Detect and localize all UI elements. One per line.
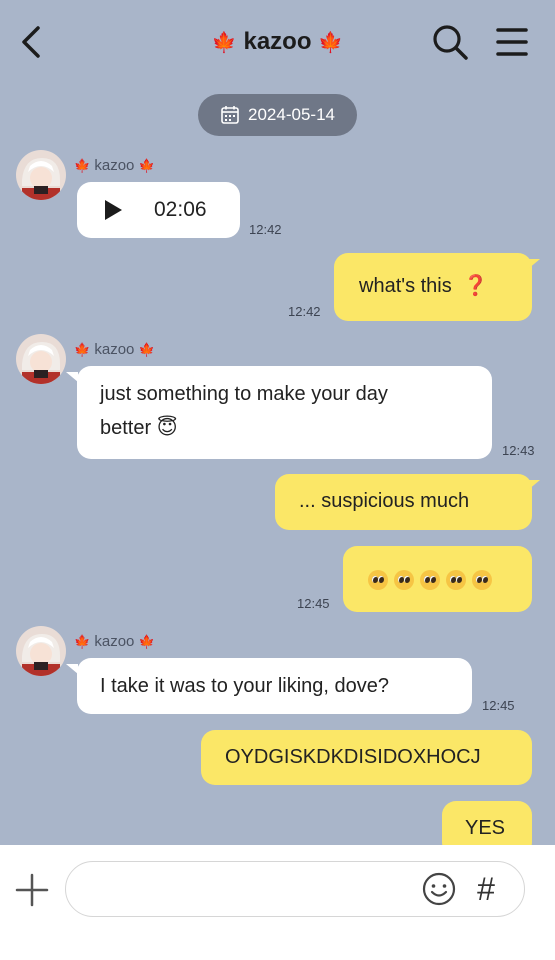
- avatar[interactable]: [16, 150, 66, 200]
- message-bubble-out[interactable]: OYDGISKDKDISIDOXHOCJ: [201, 730, 532, 785]
- search-icon: [433, 25, 468, 60]
- pleading-face-emoji: [472, 569, 492, 590]
- sender-name: 🍁 kazoo 🍁: [74, 341, 155, 358]
- sender-name: 🍁 kazoo 🍁: [74, 157, 155, 174]
- header: 🍁 kazoo 🍁: [0, 0, 555, 84]
- message-bubble-out[interactable]: YES: [442, 801, 532, 845]
- message-time: 12:45: [482, 698, 515, 713]
- message-bubble-out[interactable]: ... suspicious much: [275, 474, 532, 530]
- plus-icon: [15, 873, 49, 907]
- attach-button[interactable]: [14, 870, 50, 910]
- date-text: 2024-05-14: [248, 105, 335, 124]
- message-text: YES: [465, 817, 506, 839]
- pleading-face-emoji: [446, 569, 466, 590]
- message-bubble-out[interactable]: [343, 546, 532, 612]
- pleading-face-emoji: [368, 569, 388, 590]
- play-icon[interactable]: [103, 199, 123, 221]
- message-text: I take it was to your liking, dove?: [100, 675, 390, 697]
- message-text: ... suspicious much: [299, 490, 470, 512]
- halo-face-emoji: 😇: [156, 417, 178, 439]
- sender-name: 🍁 kazoo 🍁: [74, 633, 155, 650]
- date-divider: 2024-05-14: [198, 94, 357, 136]
- menu-icon: [496, 28, 528, 56]
- voice-duration: 02:06: [154, 198, 207, 221]
- message-time: 12:42: [249, 222, 282, 237]
- message-text: just something to make your day: [100, 383, 388, 405]
- chat-title: 🍁 kazoo 🍁: [0, 28, 555, 56]
- emoji-button[interactable]: [421, 871, 457, 907]
- hash-icon[interactable]: #: [470, 871, 502, 907]
- question-mark-icon: ❓: [463, 275, 489, 297]
- message-time: 12:42: [288, 304, 321, 319]
- calendar-icon: [221, 106, 239, 124]
- message-bubble-in[interactable]: just something to make your day better 😇: [77, 366, 492, 459]
- message-text: OYDGISKDKDISIDOXHOCJ: [225, 746, 481, 768]
- avatar[interactable]: [16, 626, 66, 676]
- pleading-face-emoji: [420, 569, 440, 590]
- message-text: what's this: [359, 275, 452, 297]
- voice-message-bubble[interactable]: 02:06: [77, 182, 240, 238]
- message-input[interactable]: [86, 872, 420, 908]
- pleading-face-emoji: [394, 569, 414, 590]
- avatar[interactable]: [16, 334, 66, 384]
- emoji-icon: [422, 872, 456, 906]
- message-bubble-in[interactable]: I take it was to your liking, dove?: [77, 658, 472, 714]
- message-bubble-out[interactable]: what's this ❓: [334, 253, 532, 321]
- search-button[interactable]: [430, 22, 470, 62]
- menu-button[interactable]: [492, 22, 532, 62]
- message-text: better: [100, 417, 152, 439]
- message-time: 12:43: [502, 443, 535, 458]
- chat-title-text: kazoo: [243, 28, 312, 55]
- maple-leaf-icon: 🍁: [318, 32, 344, 54]
- maple-leaf-icon: 🍁: [211, 32, 237, 54]
- message-time: 12:45: [297, 596, 330, 611]
- chat-area[interactable]: 🍁 kazoo 🍁 2024-05-14 🍁 kazoo 🍁 02:06 12:…: [0, 0, 555, 845]
